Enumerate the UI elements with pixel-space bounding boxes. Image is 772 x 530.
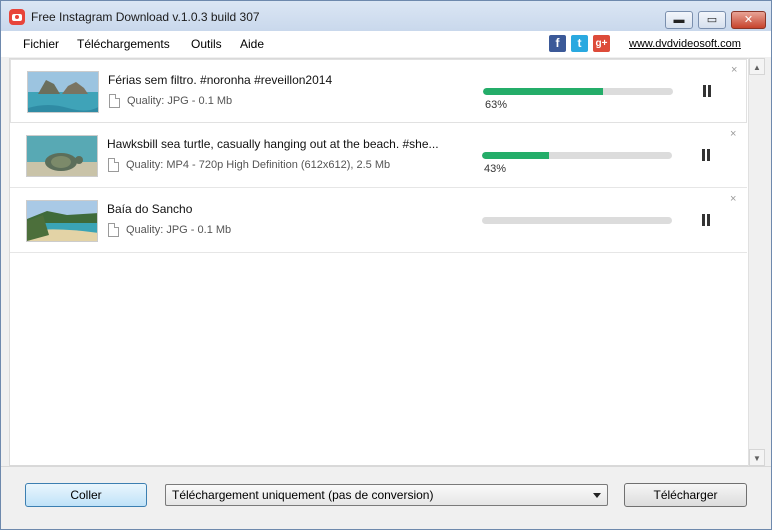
twitter-icon[interactable]: t <box>571 35 588 52</box>
download-quality: Quality: MP4 - 720p High Definition (612… <box>126 159 391 171</box>
title-bar[interactable]: Free Instagram Download v.1.0.3 build 30… <box>1 1 771 31</box>
file-icon <box>108 223 119 237</box>
maximize-icon: ▭ <box>706 14 718 26</box>
download-list: Férias sem filtro. #noronha #reveillon20… <box>9 58 764 466</box>
download-title: Férias sem filtro. #noronha #reveillon20… <box>108 73 333 87</box>
file-icon <box>109 94 120 108</box>
app-window: Free Instagram Download v.1.0.3 build 30… <box>0 0 772 530</box>
progress-fill <box>482 152 549 159</box>
progress-percent: 43% <box>484 163 507 175</box>
conversion-mode-select[interactable]: Téléchargement uniquement (pas de conver… <box>165 484 608 506</box>
menu-bar: Fichier Téléchargements Outils Aide f t … <box>1 31 771 57</box>
download-row[interactable]: Férias sem filtro. #noronha #reveillon20… <box>10 59 747 123</box>
chevron-down-icon <box>593 493 601 498</box>
download-row[interactable]: Hawksbill sea turtle, casually hanging o… <box>10 124 747 188</box>
bottom-toolbar: Coller Téléchargement uniquement (pas de… <box>1 466 771 529</box>
minimize-icon: ▬ <box>673 14 685 26</box>
progress-bar <box>482 152 672 159</box>
download-title: Baía do Sancho <box>107 202 193 216</box>
pause-icon[interactable] <box>702 85 713 97</box>
vertical-scrollbar[interactable]: ▲ ▼ <box>748 58 765 466</box>
remove-icon[interactable]: × <box>731 64 737 76</box>
bay-thumbnail <box>26 200 98 242</box>
close-icon: ✕ <box>743 14 754 26</box>
download-title: Hawksbill sea turtle, casually hanging o… <box>107 137 439 151</box>
beach-rocks-thumbnail <box>27 71 99 113</box>
remove-icon[interactable]: × <box>730 193 736 205</box>
pause-icon[interactable] <box>701 149 712 161</box>
menu-telechargements[interactable]: Téléchargements <box>77 37 170 51</box>
remove-icon[interactable]: × <box>730 128 736 140</box>
close-button[interactable]: ✕ <box>731 11 766 29</box>
menu-aide[interactable]: Aide <box>240 37 264 51</box>
progress-percent: 63% <box>485 99 508 111</box>
sea-turtle-thumbnail <box>26 135 98 177</box>
google-plus-icon[interactable]: g+ <box>593 35 610 52</box>
paste-button[interactable]: Coller <box>25 483 147 507</box>
progress-bar <box>482 217 672 224</box>
window-title: Free Instagram Download v.1.0.3 build 30… <box>31 10 260 24</box>
file-icon <box>108 158 119 172</box>
app-logo-icon <box>9 9 25 25</box>
scroll-up-icon[interactable]: ▲ <box>749 58 765 75</box>
download-quality: Quality: JPG - 0.1 Mb <box>127 95 233 107</box>
menu-fichier[interactable]: Fichier <box>23 37 59 51</box>
maximize-button[interactable]: ▭ <box>698 11 726 29</box>
scroll-down-icon[interactable]: ▼ <box>749 449 765 466</box>
minimize-button[interactable]: ▬ <box>665 11 693 29</box>
download-button[interactable]: Télécharger <box>624 483 747 507</box>
conversion-mode-value: Téléchargement uniquement (pas de conver… <box>172 488 434 502</box>
progress-fill <box>483 88 603 95</box>
download-quality: Quality: JPG - 0.1 Mb <box>126 224 232 236</box>
pause-icon[interactable] <box>701 214 712 226</box>
progress-bar <box>483 88 673 95</box>
resize-grip-icon[interactable] <box>759 517 769 527</box>
facebook-icon[interactable]: f <box>549 35 566 52</box>
menu-outils[interactable]: Outils <box>191 37 222 51</box>
website-link[interactable]: www.dvdvideosoft.com <box>629 38 741 50</box>
download-row[interactable]: Baía do Sancho Quality: JPG - 0.1 Mb × <box>10 189 747 253</box>
